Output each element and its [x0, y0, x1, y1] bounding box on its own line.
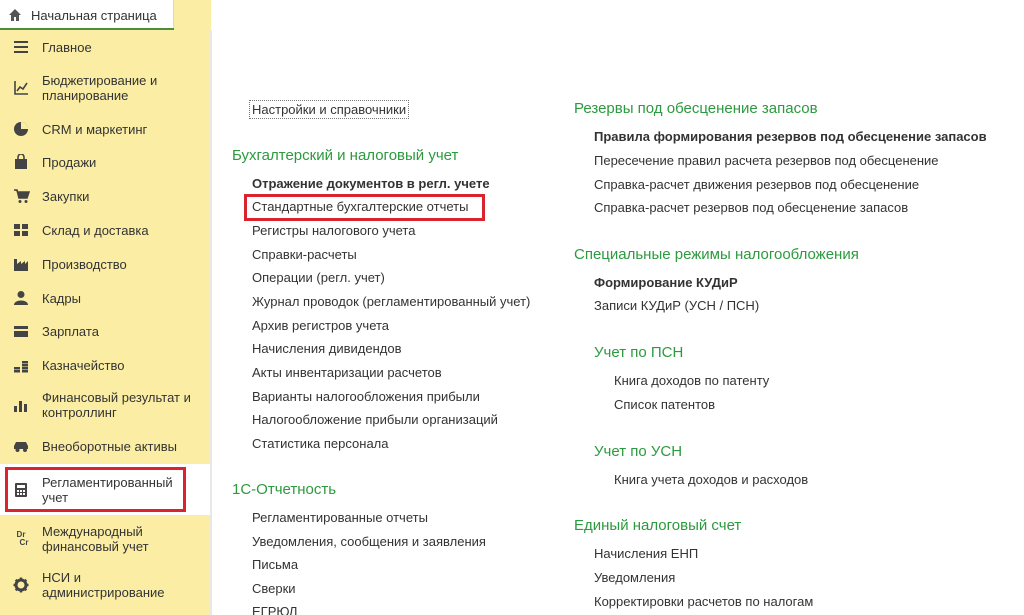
- sidebar-item-salary[interactable]: Зарплата: [0, 316, 211, 346]
- menu-link[interactable]: Стандартные бухгалтерские отчеты: [252, 199, 468, 214]
- menu-link[interactable]: Начисления ЕНП: [594, 546, 698, 561]
- shopping-bag-icon: [12, 153, 30, 171]
- sidebar-item-label: CRM и маркетинг: [42, 121, 148, 137]
- sidebar-item-fixed-assets[interactable]: Внеоборотные активы: [0, 431, 211, 461]
- menu-link[interactable]: Сверки: [252, 581, 296, 596]
- menu-link[interactable]: Пересечение правил расчета резервов под …: [594, 153, 939, 168]
- cart-icon: [12, 187, 30, 205]
- sidebar-item-label: Продажи: [42, 154, 97, 170]
- menu-link[interactable]: Книга учета доходов и расходов: [614, 472, 808, 487]
- menu-link[interactable]: Журнал проводок (регламентированный учет…: [252, 294, 530, 309]
- sidebar-item-label: Казначейство: [42, 357, 125, 373]
- sidebar-item-sales[interactable]: Продажи: [0, 147, 211, 177]
- pie-chart-icon: [12, 120, 30, 138]
- section-title: 1С-Отчетность: [232, 481, 337, 498]
- menu-link[interactable]: Справка-расчет движения резервов под обе…: [594, 177, 919, 192]
- menu-link[interactable]: Варианты налогообложения прибыли: [252, 389, 480, 404]
- bar-chart-icon: [12, 396, 30, 414]
- sidebar-item-purchases[interactable]: Закупки: [0, 181, 211, 211]
- menu-link[interactable]: Уведомления: [594, 570, 675, 585]
- sidebar-item-warehouse[interactable]: Склад и доставка: [0, 215, 211, 245]
- menu-link[interactable]: Справки-расчеты: [252, 247, 357, 262]
- sidebar: Главное Бюджетирование и планирование CR…: [0, 30, 211, 615]
- menu-link[interactable]: Уведомления, сообщения и заявления: [252, 534, 486, 549]
- menu-link[interactable]: Начисления дивидендов: [252, 341, 402, 356]
- menu-link[interactable]: Отражение документов в регл. учете: [252, 176, 490, 191]
- sidebar-item-treasury[interactable]: Казначейство: [0, 350, 211, 380]
- sidebar-item-label: Международный финансовый учет: [42, 524, 149, 554]
- factory-icon: [12, 255, 30, 273]
- menu-link[interactable]: Корректировки расчетов по налогам: [594, 594, 813, 609]
- main-content: Настройки и справочники Бухгалтерский и …: [212, 0, 1024, 615]
- wallet-icon: [12, 322, 30, 340]
- person-icon: [12, 289, 30, 307]
- sidebar-item-international[interactable]: Dr Cr Международный финансовый учет: [0, 519, 211, 559]
- sidebar-item-label: Внеоборотные активы: [42, 438, 178, 454]
- highlight-box: [5, 467, 186, 512]
- chart-line-icon: [12, 79, 30, 97]
- menu-link[interactable]: Книга доходов по патенту: [614, 373, 769, 388]
- menu-link[interactable]: Формирование КУДиР: [594, 275, 738, 290]
- cr-label: Cr: [19, 538, 29, 547]
- menu-link[interactable]: Справка-расчет резервов под обесценение …: [594, 200, 908, 215]
- sidebar-item-production[interactable]: Производство: [0, 249, 211, 279]
- sidebar-item-admin[interactable]: НСИ и администрирование: [0, 565, 211, 605]
- menu-link[interactable]: Архив регистров учета: [252, 318, 389, 333]
- sidebar-item-label: Склад и доставка: [42, 222, 149, 238]
- menu-link[interactable]: Операции (регл. учет): [252, 270, 385, 285]
- section-title: Единый налоговый счет: [574, 517, 742, 534]
- section-title: Резервы под обесценение запасов: [574, 100, 818, 117]
- sidebar-item-label: Производство: [42, 256, 127, 272]
- sidebar-item-budgeting[interactable]: Бюджетирование и планирование: [0, 68, 211, 108]
- dr-cr-icon: Dr Cr: [12, 530, 30, 548]
- tab-home-label: Начальная страница: [31, 7, 157, 23]
- sidebar-item-label: Зарплата: [42, 323, 99, 339]
- car-icon: [12, 437, 30, 455]
- menu-link[interactable]: Акты инвентаризации расчетов: [252, 365, 442, 380]
- menu-lines-icon: [12, 38, 30, 56]
- menu-link[interactable]: Регламентированные отчеты: [252, 510, 428, 525]
- tab-home[interactable]: Начальная страница: [0, 0, 174, 30]
- topbar-spacer: [174, 0, 211, 30]
- sidebar-item-hr[interactable]: Кадры: [0, 283, 211, 313]
- menu-link[interactable]: Письма: [252, 557, 298, 572]
- section-title: Специальные режимы налогообложения: [574, 246, 859, 263]
- sidebar-item-label: НСИ и администрирование: [42, 570, 165, 600]
- menu-link[interactable]: Налогообложение прибыли организаций: [252, 412, 498, 427]
- menu-link[interactable]: Статистика персонала: [252, 436, 389, 451]
- menu-link[interactable]: ЕГРЮЛ: [252, 604, 297, 615]
- section-title: Учет по УСН: [594, 443, 683, 460]
- sidebar-item-label: Главное: [42, 39, 92, 55]
- sidebar-item-crm[interactable]: CRM и маркетинг: [0, 114, 211, 144]
- menu-link[interactable]: Регистры налогового учета: [252, 223, 415, 238]
- coins-icon: [12, 356, 30, 374]
- sidebar-item-label: Финансовый результат и контроллинг: [42, 390, 191, 420]
- menu-link[interactable]: Правила формирования резервов под обесце…: [594, 129, 987, 144]
- settings-link[interactable]: Настройки и справочники: [249, 100, 410, 119]
- sidebar-item-label: Бюджетирование и планирование: [42, 73, 158, 103]
- menu-link[interactable]: Записи КУДиР (УСН / ПСН): [594, 298, 759, 313]
- section-title: Бухгалтерский и налоговый учет: [232, 147, 459, 164]
- sidebar-item-label: Закупки: [42, 188, 90, 204]
- sidebar-item-label: Кадры: [42, 290, 81, 306]
- section-title: Учет по ПСН: [594, 344, 684, 361]
- warehouse-grid-icon: [12, 221, 30, 239]
- sidebar-item-financial-result[interactable]: Финансовый результат и контроллинг: [0, 385, 211, 425]
- sidebar-item-main[interactable]: Главное: [0, 32, 211, 62]
- home-icon: [9, 9, 21, 21]
- gear-icon: [12, 576, 30, 594]
- sidebar-item-regulated-accounting[interactable]: Регламентированный учет: [0, 464, 211, 515]
- menu-link[interactable]: Список патентов: [614, 397, 715, 412]
